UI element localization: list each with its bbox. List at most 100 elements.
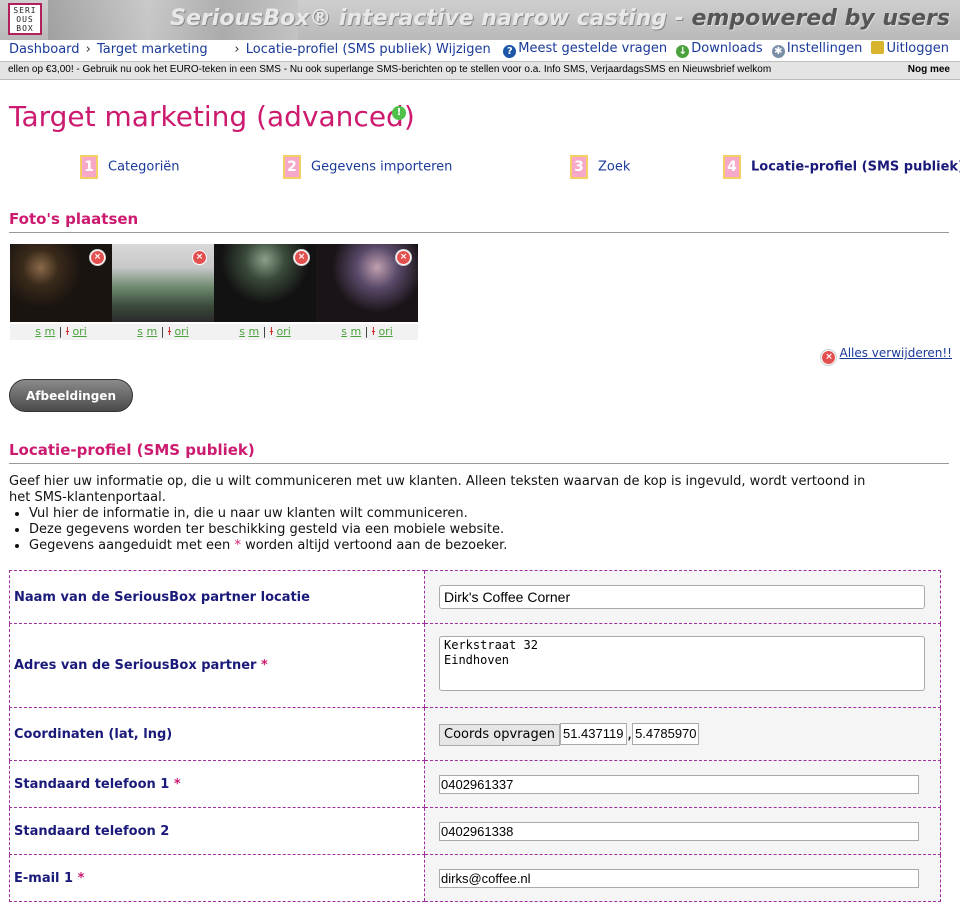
- name-label: Naam van de SeriousBox partner locatie: [9, 570, 425, 624]
- photo-thumbnail: × s m | l ori: [316, 244, 418, 344]
- longitude-input[interactable]: [632, 722, 700, 745]
- photo-thumbnail: × s m | l ori: [10, 244, 112, 344]
- delete-photo-icon[interactable]: ×: [396, 250, 411, 265]
- delete-all-link[interactable]: Alles verwijderen!!: [839, 346, 952, 360]
- step-categorien[interactable]: 1 Categoriën: [80, 155, 180, 179]
- header-tagline: SeriousBox® interactive narrow casting -…: [170, 6, 950, 31]
- logout-link[interactable]: Uitloggen: [871, 41, 949, 56]
- step-gegevens-importeren[interactable]: 2 Gegevens importeren: [283, 155, 452, 179]
- delete-photo-icon[interactable]: ×: [90, 250, 105, 265]
- size-ori-link[interactable]: ori: [174, 325, 188, 338]
- delete-photo-icon[interactable]: ×: [294, 250, 309, 265]
- news-ticker: ellen op €3,00! - Gebruik nu ook het EUR…: [0, 61, 960, 80]
- step-label: Gegevens importeren: [311, 159, 453, 175]
- photos-section-title: Foto's plaatsen: [9, 210, 949, 233]
- photo-thumbnail: × s m | l ori: [112, 244, 214, 344]
- size-m-link[interactable]: m: [248, 325, 259, 338]
- size-l-link-disabled: l: [269, 325, 273, 338]
- size-s-link[interactable]: s: [137, 325, 143, 338]
- size-l-link-disabled: l: [167, 325, 171, 338]
- downloads-link[interactable]: ↓ Downloads: [676, 41, 763, 58]
- phone1-label: Standaard telefoon 1: [14, 776, 170, 792]
- intro-bullet: Deze gegevens worden ter beschikking ges…: [29, 522, 889, 538]
- delete-photo-icon[interactable]: ×: [192, 250, 207, 265]
- photo-size-links: s m | l ori: [112, 324, 214, 340]
- form-row-coords: Coordinaten (lat, lng) Coords opvragen,: [9, 707, 941, 761]
- form-row-phone1: Standaard telefoon 1 *: [9, 760, 941, 808]
- gear-icon: ✱: [771, 45, 785, 58]
- step-locatie-profiel[interactable]: 4 Locatie-profiel (SMS publiek): [723, 155, 960, 179]
- wizard-steps: 1 Categoriën 2 Gegevens importeren 3 Zoek 4…: [0, 155, 960, 179]
- size-s-link[interactable]: s: [341, 325, 347, 338]
- size-l-link-disabled: l: [371, 325, 375, 338]
- profile-intro: Geef hier uw informatie op, die u wilt c…: [9, 474, 889, 554]
- step-number: 3: [570, 155, 588, 179]
- top-navigation: Dashboard › Target marketing › Locatie-p…: [0, 40, 960, 61]
- size-s-link[interactable]: s: [239, 325, 245, 338]
- ticker-right-text: Nog mee: [907, 64, 950, 75]
- profile-section-title: Locatie-profiel (SMS publiek): [9, 441, 949, 464]
- settings-link[interactable]: ✱ Instellingen: [771, 41, 862, 58]
- info-icon[interactable]: !: [392, 106, 406, 120]
- partner-address-textarea[interactable]: Kerkstraat 32 Eindhoven: [439, 636, 925, 691]
- photo-thumbnail: × s m | l ori: [214, 244, 316, 344]
- faq-link[interactable]: ? Meest gestelde vragen: [503, 41, 667, 58]
- profile-form: Naam van de SeriousBox partner locatie A…: [9, 570, 941, 902]
- step-number: 4: [723, 155, 741, 179]
- phone2-label: Standaard telefoon 2: [9, 807, 425, 855]
- email1-input[interactable]: [439, 869, 919, 888]
- intro-bullets: Vul hier de informatie in, die u naar uw…: [9, 506, 889, 554]
- required-mark: *: [173, 776, 181, 792]
- intro-text: Geef hier uw informatie op, die u wilt c…: [9, 474, 866, 505]
- photo-size-links: s m | l ori: [10, 324, 112, 340]
- step-label: Categoriën: [108, 159, 180, 175]
- size-m-link[interactable]: m: [350, 325, 361, 338]
- phone2-input[interactable]: [439, 822, 919, 841]
- seriousbox-logo[interactable]: SERI OUS BOX: [8, 3, 42, 35]
- ticker-text: ellen op €3,00! - Gebruik nu ook het EUR…: [8, 64, 772, 75]
- breadcrumb-dashboard[interactable]: Dashboard: [9, 42, 80, 57]
- step-number: 2: [283, 155, 301, 179]
- size-ori-link[interactable]: ori: [72, 325, 86, 338]
- latitude-input[interactable]: [559, 722, 627, 745]
- delete-icon: ×: [821, 350, 837, 365]
- breadcrumb-target-marketing[interactable]: Target marketing: [97, 42, 208, 57]
- intro-bullet: Vul hier de informatie in, die u naar uw…: [29, 506, 889, 522]
- breadcrumb: Dashboard › Target marketing › Locatie-p…: [9, 42, 491, 57]
- size-ori-link[interactable]: ori: [276, 325, 290, 338]
- required-mark: *: [77, 870, 85, 886]
- step-label: Zoek: [598, 159, 631, 175]
- phone1-input[interactable]: [439, 775, 919, 794]
- lock-icon: [871, 41, 885, 54]
- breadcrumb-locatie-profiel[interactable]: Locatie-profiel (SMS publiek) Wijzigen: [246, 42, 491, 57]
- header-banner: SERI OUS BOX SeriousBox® interactive narro…: [0, 0, 960, 40]
- step-zoek[interactable]: 3 Zoek: [570, 155, 630, 179]
- size-s-link[interactable]: s: [35, 325, 41, 338]
- size-l-link-disabled: l: [65, 325, 69, 338]
- breadcrumb-separator: ›: [234, 42, 240, 57]
- size-m-link[interactable]: m: [146, 325, 157, 338]
- address-label: Adres van de SeriousBox partner: [14, 658, 257, 673]
- help-icon: ?: [503, 45, 517, 58]
- partner-name-input[interactable]: [439, 585, 925, 609]
- get-coords-button[interactable]: Coords opvragen: [439, 723, 560, 746]
- page-title: Target marketing (advanced): [9, 100, 415, 133]
- photo-size-links: s m | l ori: [316, 324, 418, 340]
- step-number: 1: [80, 155, 98, 179]
- download-icon: ↓: [676, 45, 690, 58]
- form-row-email1: E-mail 1 *: [9, 854, 941, 902]
- images-button[interactable]: Afbeeldingen: [9, 379, 133, 412]
- required-mark: *: [260, 658, 268, 673]
- email1-label: E-mail 1: [14, 870, 74, 886]
- form-row-address: Adres van de SeriousBox partner * Kerkst…: [9, 623, 941, 708]
- step-label: Locatie-profiel (SMS publiek): [751, 159, 960, 175]
- size-m-link[interactable]: m: [44, 325, 55, 338]
- size-ori-link[interactable]: ori: [378, 325, 392, 338]
- breadcrumb-separator: ›: [85, 42, 91, 57]
- form-row-name: Naam van de SeriousBox partner locatie: [9, 570, 941, 624]
- coords-label: Coordinaten (lat, lng): [9, 707, 425, 761]
- photo-size-links: s m | l ori: [214, 324, 316, 340]
- form-row-phone2: Standaard telefoon 2: [9, 807, 941, 855]
- delete-all-photos[interactable]: × Alles verwijderen!!: [821, 346, 952, 365]
- user-menu: ? Meest gestelde vragen ↓ Downloads ✱ Inste…: [498, 41, 949, 58]
